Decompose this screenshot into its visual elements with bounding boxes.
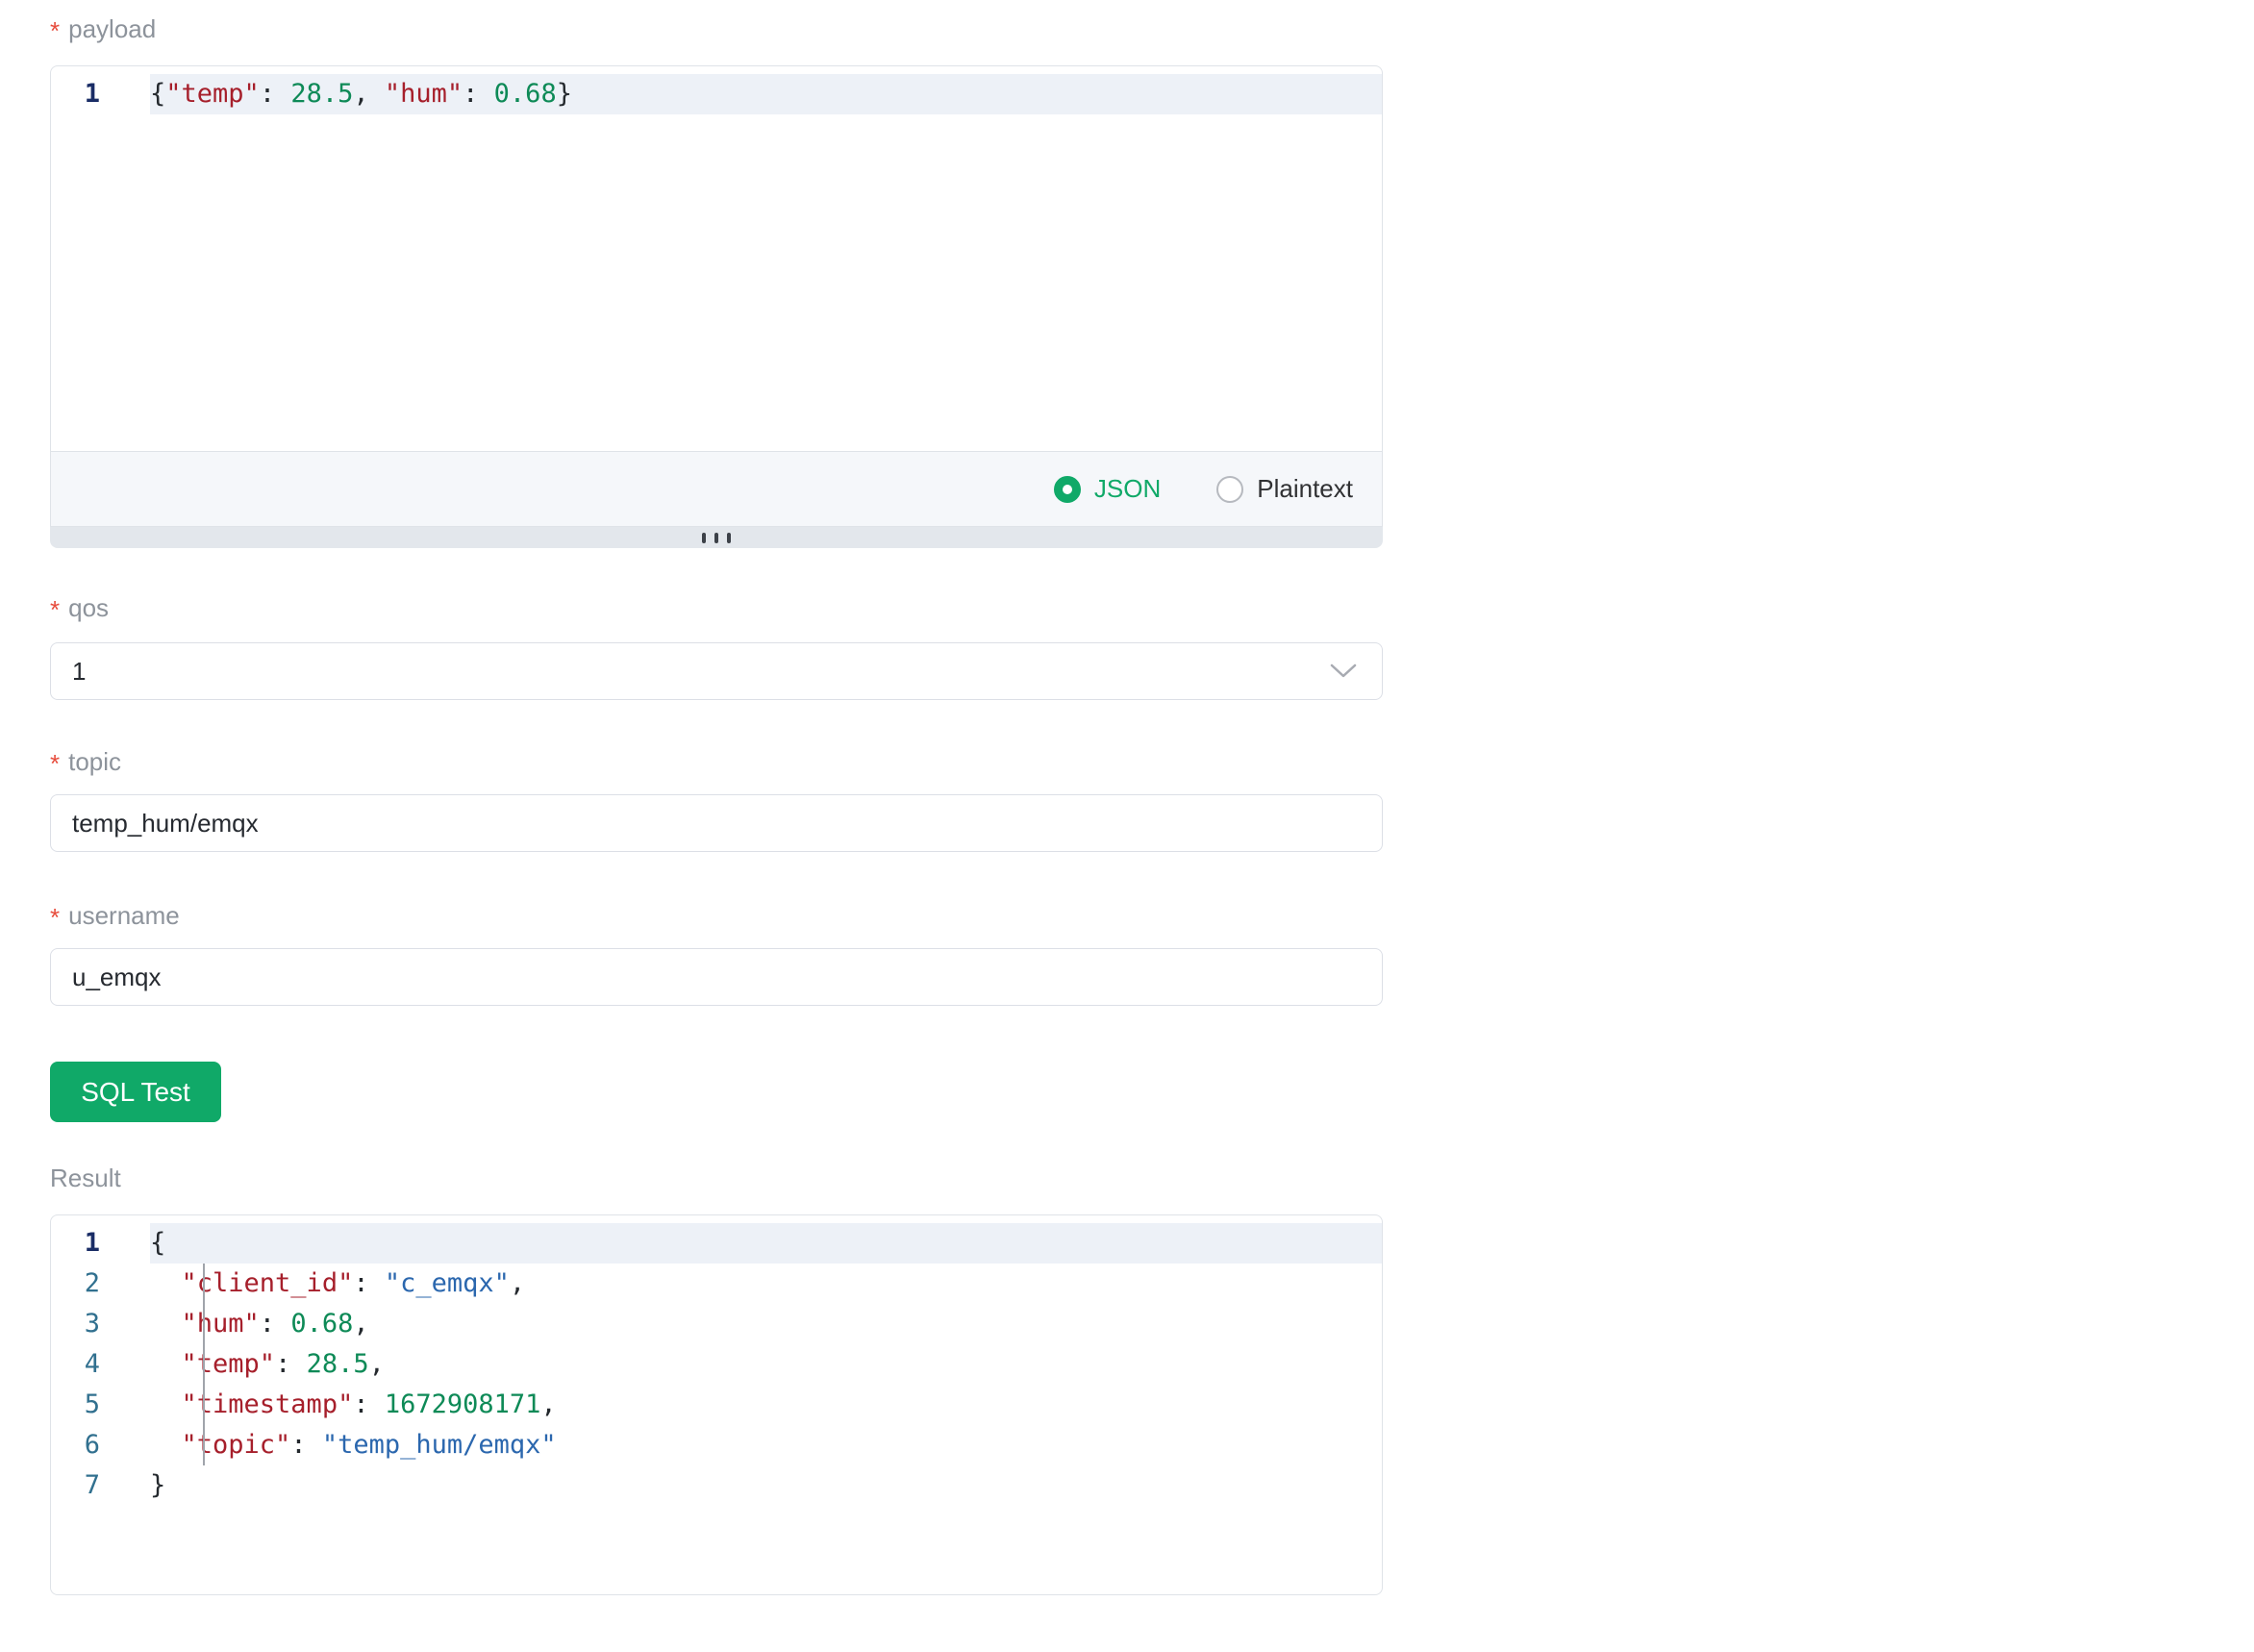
payload-label: * payload [50, 13, 1383, 44]
format-plaintext-radio[interactable]: Plaintext [1216, 474, 1353, 504]
topic-label-text: topic [68, 746, 121, 777]
line-number: 2 [51, 1264, 150, 1304]
username-input[interactable] [50, 948, 1383, 1006]
line-number: 3 [51, 1304, 150, 1344]
code-line: 5 "timestamp": 1672908171, [51, 1385, 1382, 1425]
format-json-label: JSON [1094, 474, 1161, 504]
sql-test-form: * payload 1{"temp": 28.5, "hum": 0.68} J… [50, 0, 1383, 1595]
code-line: 7} [51, 1465, 1382, 1506]
line-number: 4 [51, 1344, 150, 1385]
qos-selected-value: 1 [72, 657, 86, 687]
result-label: Result [50, 1163, 1383, 1193]
code-line-content: "client_id": "c_emqx", [150, 1264, 1382, 1304]
format-plaintext-label: Plaintext [1257, 474, 1353, 504]
payload-label-text: payload [68, 13, 156, 44]
required-asterisk: * [50, 748, 60, 779]
result-code-viewer: 1{2 "client_id": "c_emqx",3 "hum": 0.68,… [51, 1215, 1382, 1594]
required-asterisk: * [50, 594, 60, 625]
username-label-text: username [68, 900, 180, 931]
payload-format-bar: JSON Plaintext [51, 451, 1382, 526]
chevron-down-icon [1330, 663, 1357, 679]
code-line: 4 "temp": 28.5, [51, 1344, 1382, 1385]
code-line[interactable]: 1{"temp": 28.5, "hum": 0.68} [51, 74, 1382, 114]
sql-test-button[interactable]: SQL Test [50, 1062, 221, 1122]
editor-resize-handle[interactable] [50, 527, 1383, 548]
drag-handle-dot-icon [727, 533, 731, 543]
line-number: 1 [51, 74, 150, 114]
username-label: * username [50, 900, 1383, 931]
code-line: 6 "topic": "temp_hum/emqx" [51, 1425, 1382, 1465]
code-line-content: } [150, 1465, 1382, 1506]
line-number: 6 [51, 1425, 150, 1465]
code-line-content: "timestamp": 1672908171, [150, 1385, 1382, 1425]
required-asterisk: * [50, 902, 60, 933]
radio-unselected-icon [1216, 476, 1243, 503]
payload-code-editor[interactable]: 1{"temp": 28.5, "hum": 0.68} [51, 66, 1382, 451]
topic-label: * topic [50, 746, 1383, 777]
line-number: 1 [51, 1223, 150, 1264]
result-viewer: 1{2 "client_id": "c_emqx",3 "hum": 0.68,… [50, 1214, 1383, 1595]
topic-input[interactable] [50, 794, 1383, 852]
indent-guide [203, 1264, 205, 1465]
format-json-radio[interactable]: JSON [1054, 474, 1161, 504]
line-number: 7 [51, 1465, 150, 1506]
code-line-content: "topic": "temp_hum/emqx" [150, 1425, 1382, 1465]
qos-select[interactable]: 1 [50, 642, 1383, 700]
qos-label-text: qos [68, 592, 109, 623]
radio-selected-icon [1054, 476, 1081, 503]
required-asterisk: * [50, 15, 60, 46]
code-line: 1{ [51, 1223, 1382, 1264]
qos-label: * qos [50, 592, 1383, 623]
code-line-content[interactable]: {"temp": 28.5, "hum": 0.68} [150, 74, 1382, 114]
code-line-content: "hum": 0.68, [150, 1304, 1382, 1344]
payload-editor: 1{"temp": 28.5, "hum": 0.68} JSON Plaint… [50, 65, 1383, 527]
code-line-content: { [150, 1223, 1382, 1264]
drag-handle-dot-icon [702, 533, 706, 543]
code-line-content: "temp": 28.5, [150, 1344, 1382, 1385]
code-line: 2 "client_id": "c_emqx", [51, 1264, 1382, 1304]
code-line: 3 "hum": 0.68, [51, 1304, 1382, 1344]
drag-handle-dot-icon [714, 533, 718, 543]
line-number: 5 [51, 1385, 150, 1425]
